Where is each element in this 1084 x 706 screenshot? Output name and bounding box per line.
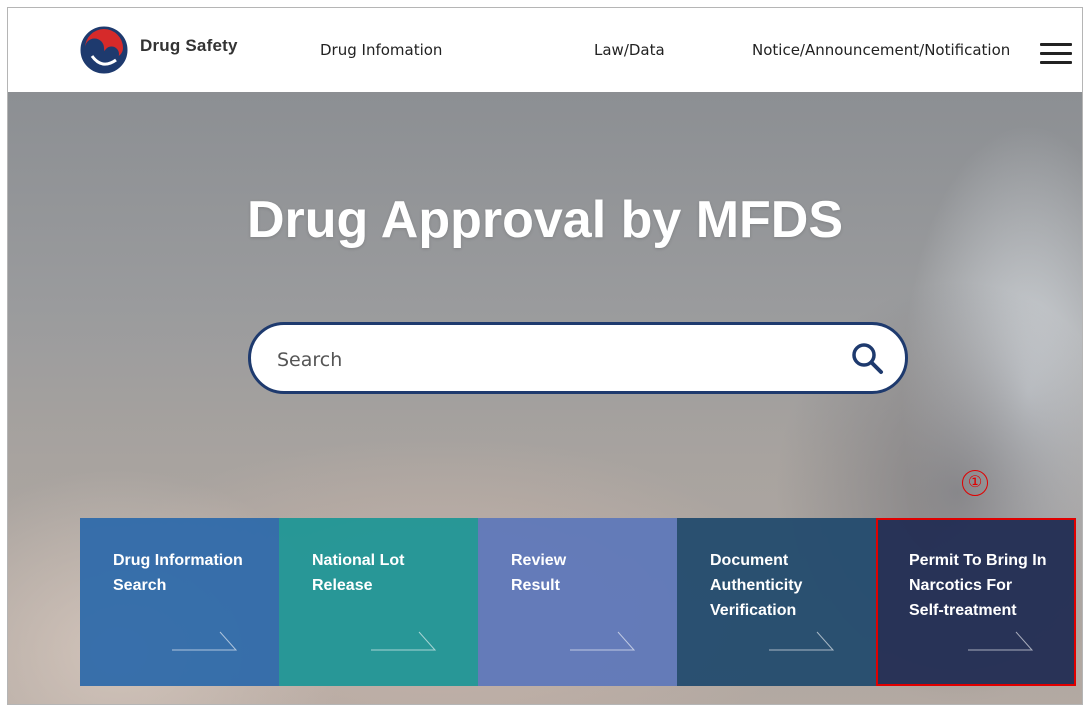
tile-national-lot-release[interactable]: National Lot Release	[279, 518, 478, 686]
tile-label: Document Authenticity Verification	[710, 552, 803, 619]
annotation-marker: ①	[962, 470, 988, 496]
arrow-right-icon	[769, 631, 835, 651]
hero-section: Drug Approval by MFDS ① Drug Information…	[8, 92, 1082, 704]
nav-notice[interactable]: Notice/Announcement/Notification	[752, 41, 1010, 59]
tile-label: National Lot Release	[312, 552, 405, 594]
quick-link-tiles: Drug Information Search National Lot Rel…	[80, 518, 1078, 686]
tile-drug-information-search[interactable]: Drug Information Search	[80, 518, 279, 686]
tile-review-result[interactable]: Review Result	[478, 518, 677, 686]
hero-title: Drug Approval by MFDS	[246, 191, 844, 249]
nav-law-data[interactable]: Law/Data	[594, 41, 665, 59]
arrow-right-icon	[570, 631, 636, 651]
search-icon[interactable]	[849, 340, 885, 376]
site-header: Drug Safety Drug Infomation Law/Data Not…	[8, 8, 1082, 92]
hamburger-menu-icon[interactable]	[1040, 43, 1072, 65]
arrow-right-icon	[172, 631, 238, 651]
tile-document-authenticity-verification[interactable]: Document Authenticity Verification	[677, 518, 876, 686]
tile-label: Permit To Bring In Narcotics For Self-tr…	[909, 552, 1047, 619]
browser-frame: Drug Safety Drug Infomation Law/Data Not…	[7, 7, 1083, 705]
arrow-right-icon	[371, 631, 437, 651]
government-logo-icon[interactable]	[80, 26, 128, 74]
tile-label: Review Result	[511, 552, 567, 594]
search-input[interactable]	[277, 345, 817, 375]
search-box	[248, 322, 908, 394]
brand-name[interactable]: Drug Safety	[140, 36, 238, 56]
arrow-right-icon	[968, 631, 1034, 651]
tile-label: Drug Information Search	[113, 552, 243, 594]
tile-permit-narcotics-self-treatment[interactable]: Permit To Bring In Narcotics For Self-tr…	[876, 518, 1075, 686]
nav-drug-information[interactable]: Drug Infomation	[320, 41, 442, 59]
